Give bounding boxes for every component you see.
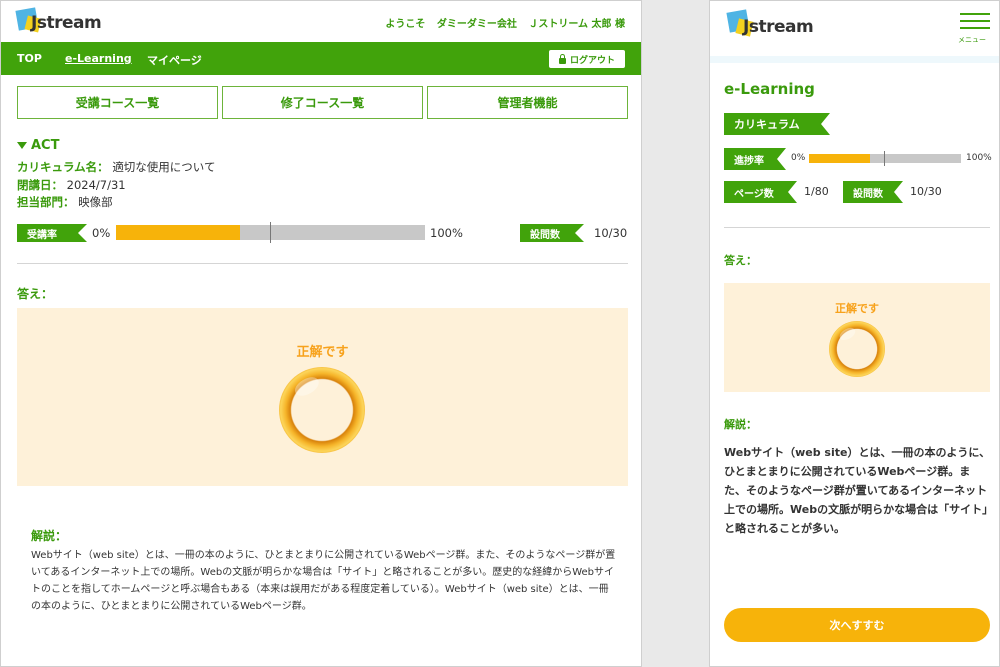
mobile-view: Jstream メニュー e-Learning カリキュラム 進捗率 0% 10… (709, 0, 1000, 667)
question-count-value: 10/30 (594, 226, 628, 240)
logout-button[interactable]: ログアウト (549, 50, 625, 68)
nav-mypage[interactable]: マイページ (147, 52, 202, 68)
lock-icon (558, 53, 566, 64)
progress-bar-midline (270, 222, 271, 243)
header-underline (710, 56, 999, 63)
closing-date-info: 閉講日： 2024/7/31 (17, 177, 126, 193)
curriculum-info: カリキュラム名： 適切な使用について (17, 159, 215, 175)
curriculum-value: 適切な使用について (112, 160, 216, 174)
page-count-value: 1/80 (804, 185, 829, 198)
tab-enrolled-courses[interactable]: 受講コース一覧 (17, 86, 218, 119)
progress-bar (809, 151, 961, 166)
correct-text: 正解です (835, 302, 879, 315)
question-count-tag: 設問数 (843, 181, 903, 203)
question-count-tag: 設問数 (520, 224, 584, 242)
department-label: 担当部門： (17, 195, 75, 209)
department-value: 映像部 (78, 195, 113, 209)
progress-min-label: 0% (92, 226, 111, 240)
explanation-text: Webサイト（web site）とは、一冊の本のように、ひとまとまりに公開されて… (724, 446, 991, 535)
department-info: 担当部門： 映像部 (17, 194, 113, 210)
curriculum-label: カリキュラム名： (17, 160, 109, 174)
answer-label: 答え： (724, 254, 757, 267)
correct-text: 正解です (296, 345, 349, 360)
hamburger-menu-icon[interactable]: メニュー (958, 13, 990, 45)
triangle-down-icon (17, 142, 27, 149)
welcome-greeting: ようこそ (385, 19, 426, 30)
logout-label: ログアウト (569, 55, 615, 66)
tab-admin[interactable]: 管理者機能 (427, 86, 628, 119)
closing-date-label: 閉講日： (17, 178, 63, 192)
answer-box: 正解です (724, 283, 990, 392)
nav-top[interactable]: TOP (17, 52, 42, 65)
attendance-rate-tag: 受講率 (17, 224, 87, 242)
jstream-logo[interactable]: Jstream (15, 7, 107, 37)
correct-circle-icon (829, 321, 885, 377)
welcome-company: ダミーダミー会社 (436, 19, 517, 30)
welcome-message: ようこそ ダミーダミー会社 Ｊストリーム 太郎 様 (377, 15, 625, 30)
next-button[interactable]: 次へすすむ (724, 608, 990, 642)
explanation-label: 解説： (724, 418, 757, 431)
progress-min-label: 0% (791, 153, 806, 163)
page-count-tag: ページ数 (724, 181, 797, 203)
answer-label: 答え： (17, 287, 54, 301)
global-nav: TOP e-Learning マイページ ログアウト (1, 42, 641, 75)
progress-bar-midline (884, 151, 885, 166)
welcome-user: Ｊストリーム 太郎 様 (528, 19, 625, 30)
progress-bar-fill (116, 225, 240, 240)
explanation-label: 解説： (31, 529, 68, 543)
divider (17, 263, 628, 264)
progress-bar-fill (809, 154, 870, 163)
course-title[interactable]: ACT (17, 138, 59, 153)
tab-completed-courses[interactable]: 修了コース一覧 (222, 86, 423, 119)
progress-max-label: 100% (966, 153, 992, 163)
progress-max-label: 100% (430, 226, 463, 240)
page-title: e-Learning (724, 80, 815, 98)
menu-label: メニュー (958, 36, 986, 44)
progress-bar (116, 222, 425, 243)
desktop-view: Jstream ようこそ ダミーダミー会社 Ｊストリーム 太郎 様 TOP e-… (0, 0, 642, 667)
correct-circle-icon (279, 367, 365, 453)
course-title-text: ACT (31, 138, 60, 153)
explanation-text: Webサイト（web site）とは、一冊の本のように、ひとまとまりに公開されて… (31, 550, 616, 612)
answer-box: 正解です (17, 308, 628, 486)
logo-text: Jstream (743, 17, 814, 37)
nav-e-learning[interactable]: e-Learning (65, 52, 132, 65)
jstream-logo[interactable]: Jstream (726, 9, 828, 39)
closing-date-value: 2024/7/31 (66, 178, 126, 192)
progress-tag: 進捗率 (724, 148, 786, 170)
divider (724, 227, 990, 228)
question-count-value: 10/30 (910, 185, 942, 198)
logo-text: Jstream (31, 13, 102, 33)
curriculum-tag: カリキュラム (724, 113, 830, 135)
